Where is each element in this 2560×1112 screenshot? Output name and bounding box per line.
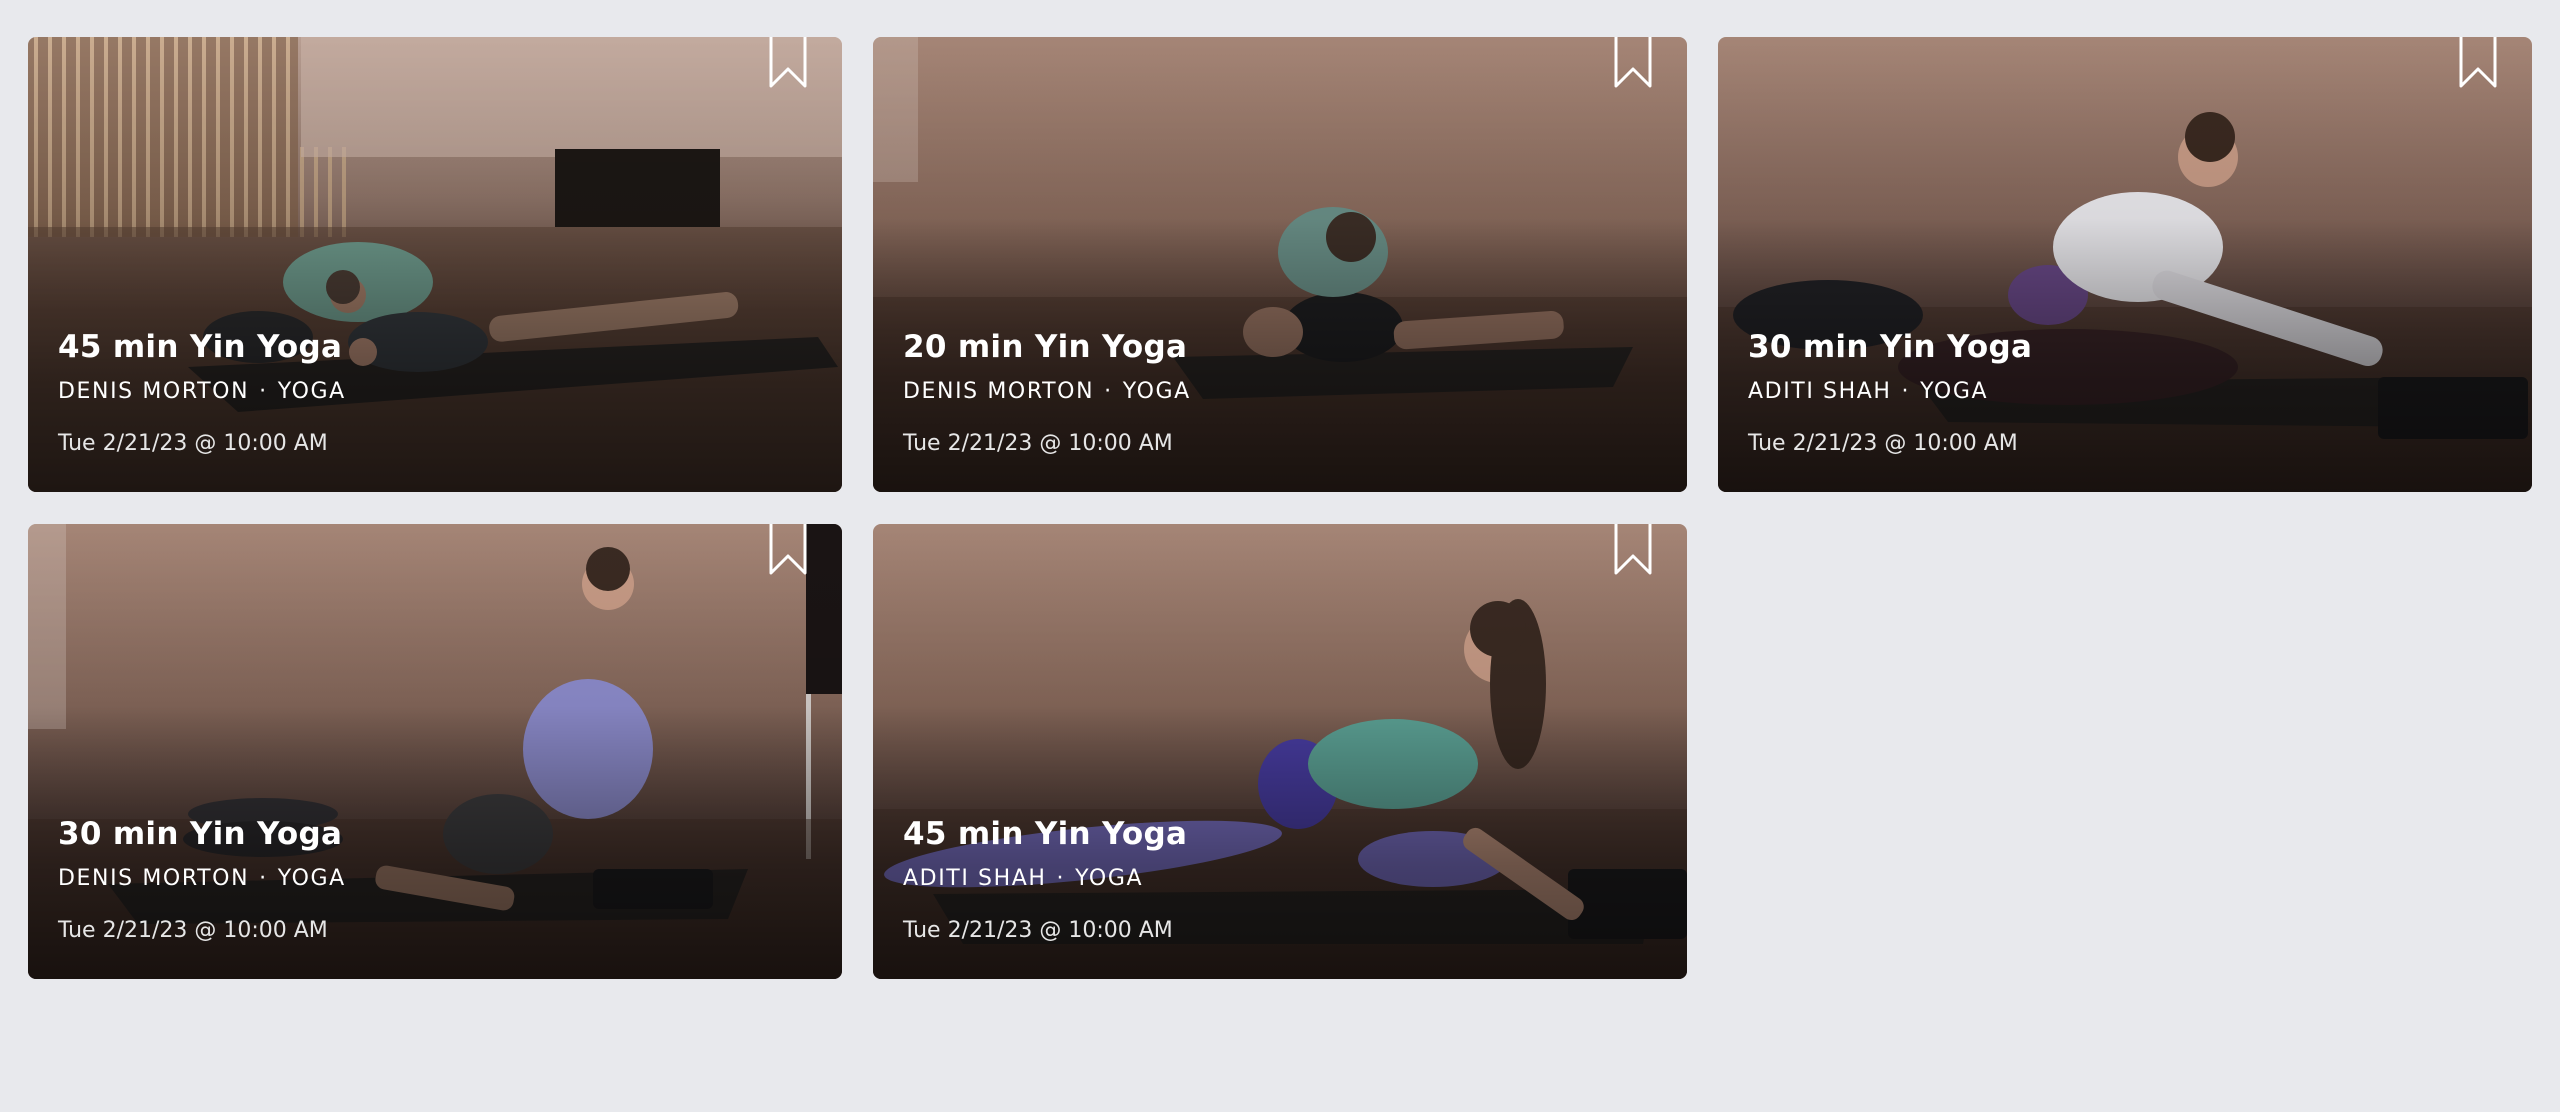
class-card[interactable]: 45 min Yin Yoga DENIS MORTON · YOGA Tue 2/… xyxy=(28,37,842,492)
card-overlay xyxy=(1718,37,2532,492)
class-meta: ADITI SHAH · YOGA xyxy=(1748,379,1988,404)
bookmark-icon[interactable] xyxy=(768,37,808,89)
class-meta: DENIS MORTON · YOGA xyxy=(58,866,346,891)
class-card[interactable]: 30 min Yin Yoga ADITI SHAH · YOGA Tue 2/21… xyxy=(1718,37,2532,492)
instructor-name[interactable]: ADITI SHAH xyxy=(1748,379,1892,404)
meta-separator: · xyxy=(1901,379,1911,404)
meta-separator: · xyxy=(1056,866,1066,891)
card-overlay xyxy=(873,37,1687,492)
class-meta: DENIS MORTON · YOGA xyxy=(58,379,346,404)
class-grid: 45 min Yin Yoga DENIS MORTON · YOGA Tue 2/… xyxy=(0,0,2560,1112)
card-overlay xyxy=(873,524,1687,979)
class-card[interactable]: 45 min Yin Yoga ADITI SHAH · YOGA Tue 2/21… xyxy=(873,524,1687,979)
meta-separator: · xyxy=(1104,379,1113,404)
instructor-name[interactable]: ADITI SHAH xyxy=(903,866,1047,891)
card-overlay xyxy=(28,524,842,979)
class-title: 30 min Yin Yoga xyxy=(58,816,343,852)
class-title: 45 min Yin Yoga xyxy=(58,329,343,365)
class-discipline: YOGA xyxy=(277,866,346,891)
meta-separator: · xyxy=(259,379,268,404)
class-datetime: Tue 2/21/23 @ 10:00 AM xyxy=(58,918,328,943)
class-datetime: Tue 2/21/23 @ 10:00 AM xyxy=(58,431,328,456)
bookmark-icon[interactable] xyxy=(1613,37,1653,89)
class-discipline: YOGA xyxy=(1920,379,1989,404)
class-datetime: Tue 2/21/23 @ 10:00 AM xyxy=(1748,431,2018,456)
instructor-name[interactable]: DENIS MORTON xyxy=(58,379,249,404)
bookmark-icon[interactable] xyxy=(1613,524,1653,576)
class-datetime: Tue 2/21/23 @ 10:00 AM xyxy=(903,431,1173,456)
class-discipline: YOGA xyxy=(1075,866,1144,891)
class-meta: DENIS MORTON · YOGA xyxy=(903,379,1191,404)
class-card[interactable]: 30 min Yin Yoga DENIS MORTON · YOGA Tue 2/… xyxy=(28,524,842,979)
class-datetime: Tue 2/21/23 @ 10:00 AM xyxy=(903,918,1173,943)
instructor-name[interactable]: DENIS MORTON xyxy=(903,379,1094,404)
bookmark-icon[interactable] xyxy=(768,524,808,576)
class-meta: ADITI SHAH · YOGA xyxy=(903,866,1143,891)
class-title: 45 min Yin Yoga xyxy=(903,816,1188,852)
class-discipline: YOGA xyxy=(1122,379,1191,404)
class-title: 20 min Yin Yoga xyxy=(903,329,1188,365)
instructor-name[interactable]: DENIS MORTON xyxy=(58,866,249,891)
card-overlay xyxy=(28,37,842,492)
class-card[interactable]: 20 min Yin Yoga DENIS MORTON · YOGA Tue 2/… xyxy=(873,37,1687,492)
meta-separator: · xyxy=(259,866,268,891)
bookmark-icon[interactable] xyxy=(2458,37,2498,89)
class-discipline: YOGA xyxy=(277,379,346,404)
class-title: 30 min Yin Yoga xyxy=(1748,329,2033,365)
